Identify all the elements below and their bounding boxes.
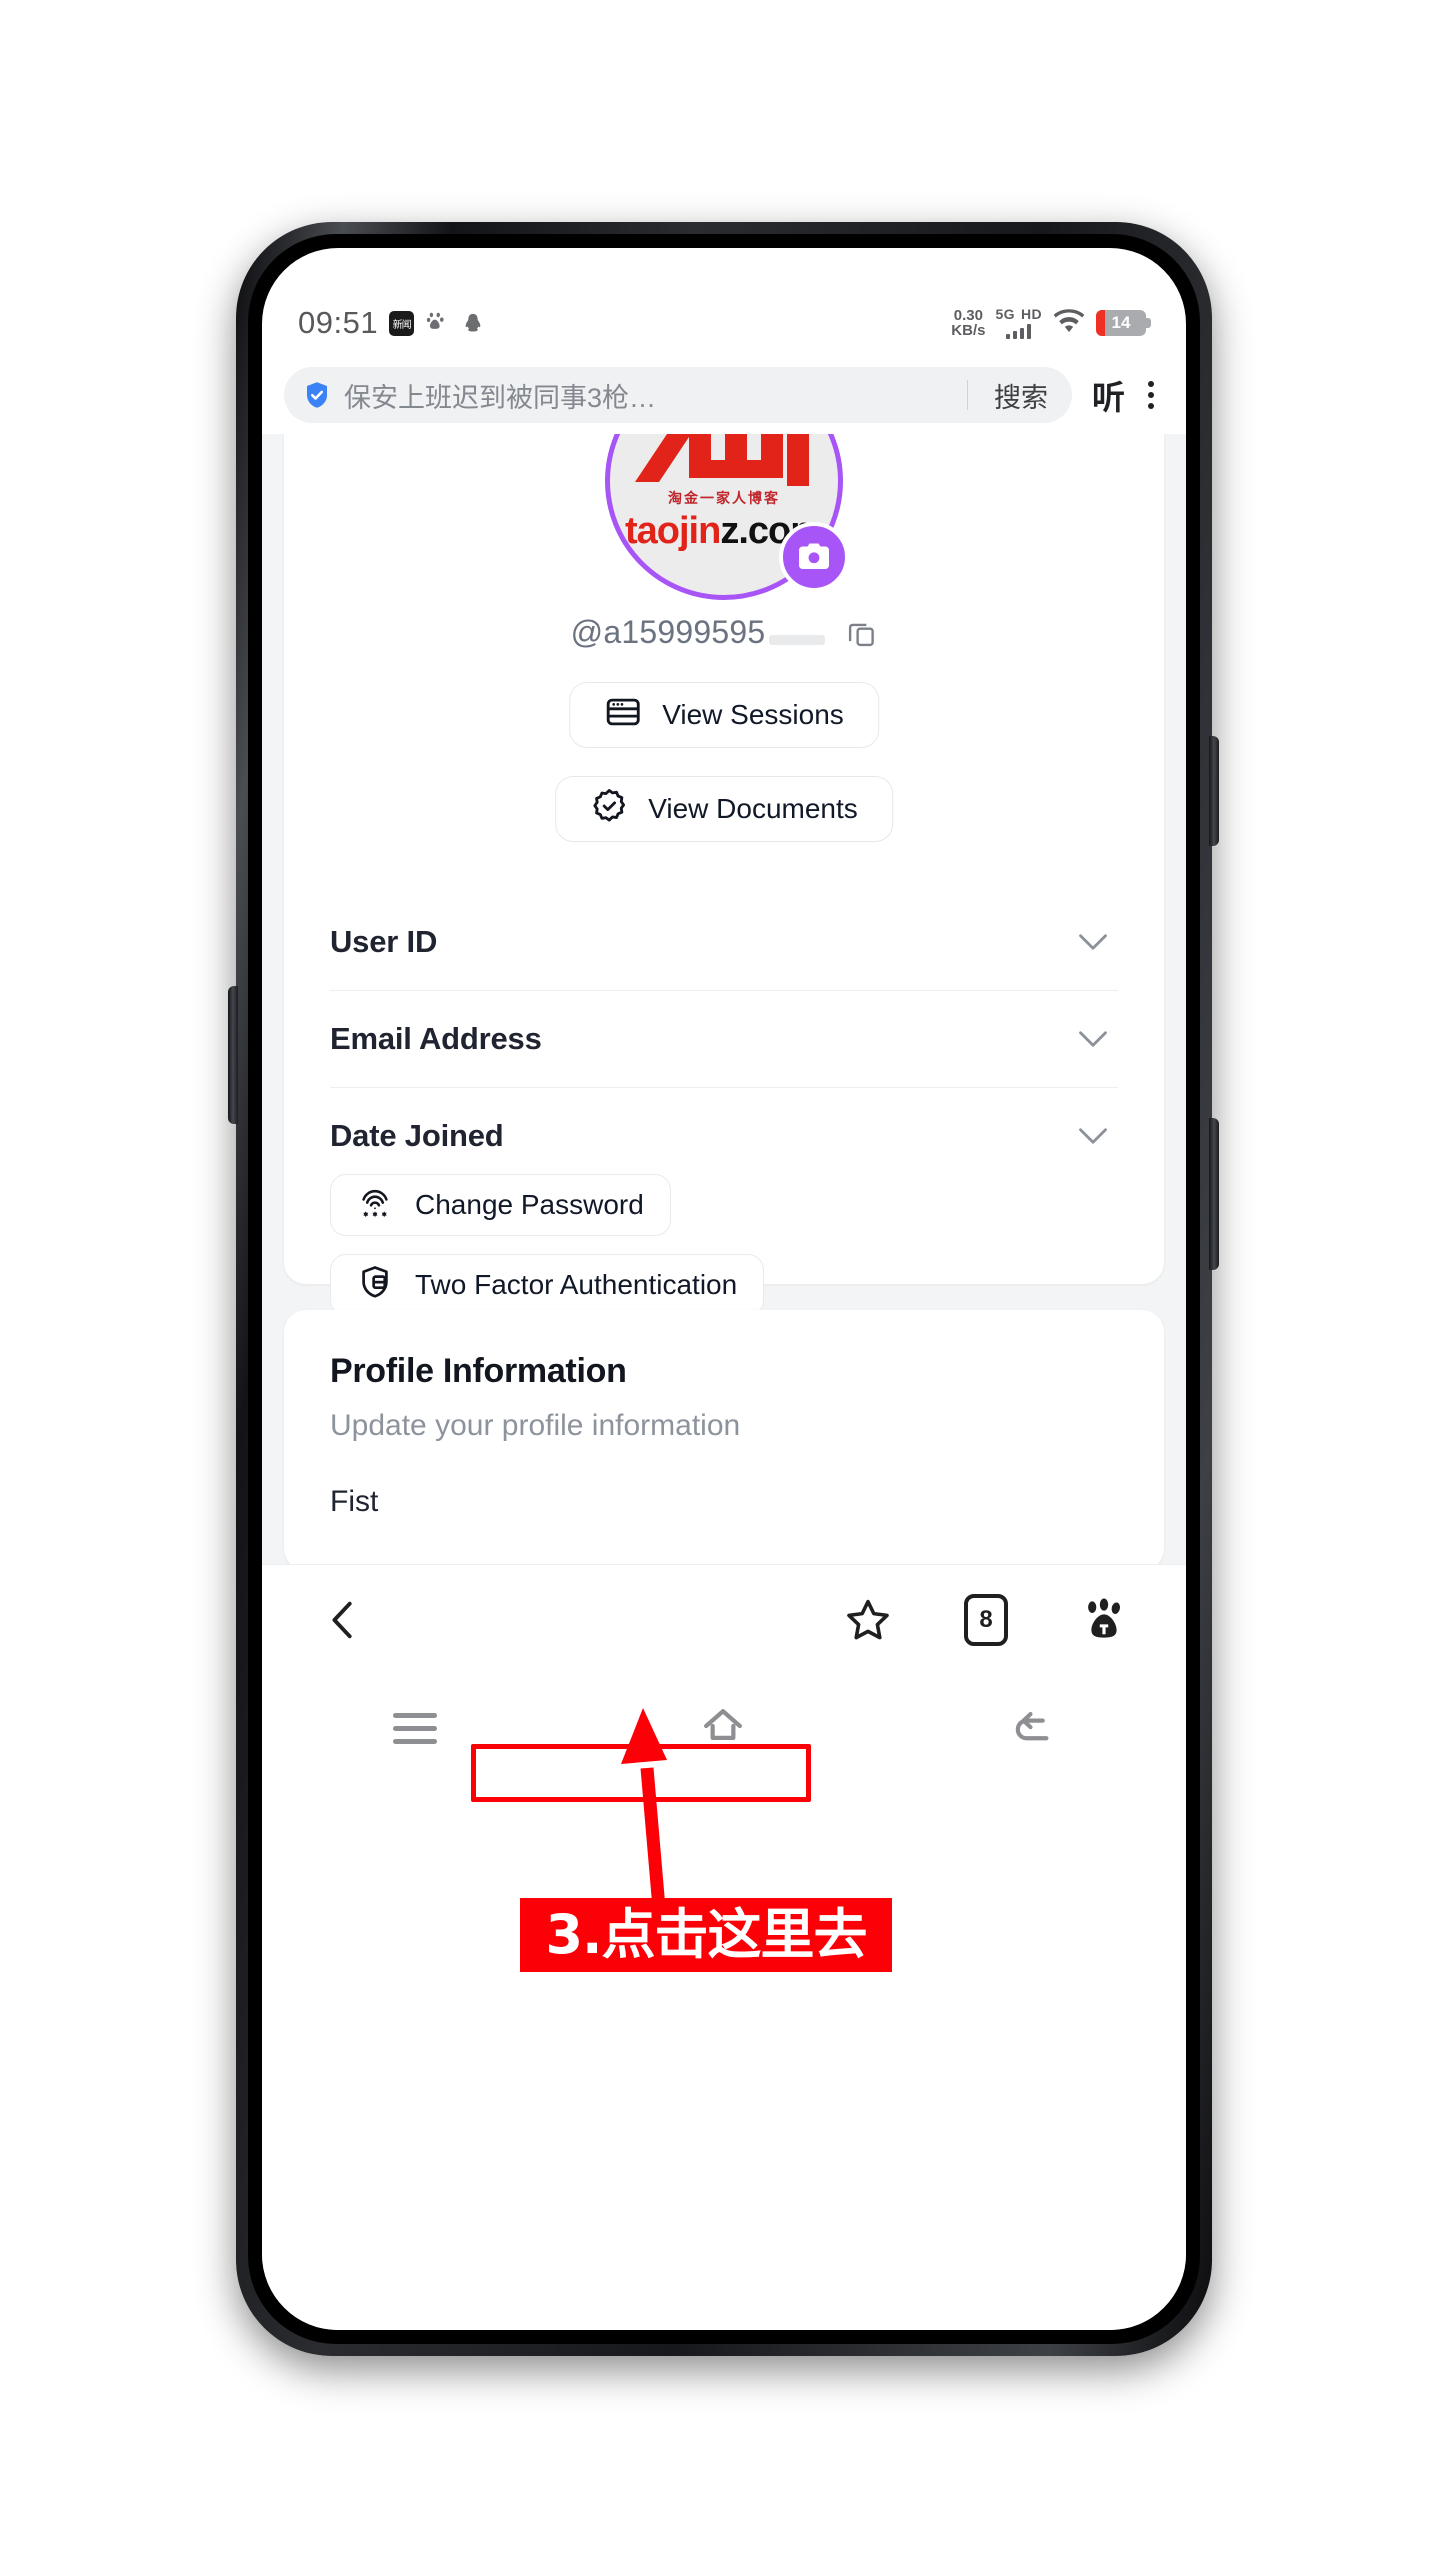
news-icon: 新闻 bbox=[389, 310, 415, 336]
two-factor-authentication-label: Two Factor Authentication bbox=[415, 1269, 738, 1300]
tab-count-label: 8 bbox=[979, 1605, 993, 1633]
chevron-down-icon[interactable] bbox=[1078, 1127, 1108, 1145]
omnibox-text: 保安上班迟到被同事3枪… bbox=[344, 382, 657, 413]
accordion-row-date-joined[interactable]: Date Joined bbox=[330, 1088, 1118, 1184]
tab-count-button[interactable]: 8 bbox=[964, 1593, 1008, 1646]
phone-power-button[interactable] bbox=[1209, 736, 1219, 846]
view-sessions-button[interactable]: View Sessions bbox=[569, 682, 879, 748]
phone-screen: 09:51 新闻 0.30 KB/s 5G HD 14 保安上班迟到被同事3枪…… bbox=[262, 248, 1186, 2330]
profile-information-card: Profile Information Update your profile … bbox=[284, 1310, 1164, 1564]
listen-button[interactable]: 听 bbox=[1072, 371, 1142, 419]
browser-bottom-bar: 8 bbox=[262, 1564, 1186, 1674]
baidu-paw-icon[interactable] bbox=[1080, 1596, 1128, 1644]
screen-bottom-area bbox=[262, 1782, 1186, 2330]
handle-mask bbox=[769, 635, 826, 645]
browser-back-icon[interactable] bbox=[320, 1597, 366, 1643]
avatar-domain-red: taojin bbox=[624, 509, 721, 552]
chevron-down-icon[interactable] bbox=[1078, 933, 1108, 951]
user-handle: @a15999595 bbox=[571, 614, 826, 651]
account-accordion-list: User ID Email Address Date Joined bbox=[330, 894, 1118, 1184]
camera-icon[interactable] bbox=[779, 522, 849, 592]
annotation-banner: 3.点击这里去 bbox=[520, 1898, 892, 1972]
profile-information-title: Profile Information bbox=[330, 1352, 627, 1390]
view-documents-button[interactable]: View Documents bbox=[555, 776, 893, 842]
view-sessions-label: View Sessions bbox=[662, 699, 844, 730]
profile-information-subtitle: Update your profile information bbox=[330, 1409, 741, 1442]
accordion-row-user-id[interactable]: User ID bbox=[330, 894, 1118, 991]
back-arrow-icon[interactable] bbox=[1009, 1703, 1055, 1754]
battery-percent: 14 bbox=[1111, 313, 1131, 332]
accordion-label: Date Joined bbox=[330, 1118, 504, 1153]
network-speed: 0.30 KB/s bbox=[951, 306, 986, 339]
wifi-icon bbox=[1052, 308, 1086, 339]
hd-label: HD bbox=[1020, 306, 1042, 323]
view-documents-label: View Documents bbox=[648, 793, 858, 824]
omnibox[interactable]: 保安上班迟到被同事3枪… 搜索 bbox=[284, 367, 1072, 423]
change-password-label: Change Password bbox=[415, 1189, 644, 1220]
network-speed-unit: KB/s bbox=[951, 322, 986, 339]
battery-icon: 14 bbox=[1096, 310, 1151, 336]
omnibox-divider bbox=[967, 380, 968, 410]
network-type-label: 5G bbox=[995, 306, 1015, 323]
hamburger-icon[interactable] bbox=[393, 1712, 438, 1744]
status-bar-right: 0.30 KB/s 5G HD 14 bbox=[951, 306, 1151, 339]
accordion-row-email-address[interactable]: Email Address bbox=[330, 991, 1118, 1088]
baidu-icon bbox=[425, 311, 451, 335]
browser-window-icon bbox=[604, 693, 642, 738]
status-bar-left: 09:51 新闻 bbox=[298, 305, 484, 341]
accordion-label: Email Address bbox=[330, 1021, 542, 1056]
browser-top-bar: 保安上班迟到被同事3枪… 搜索 听 bbox=[262, 356, 1186, 434]
shield-lock-icon bbox=[357, 1264, 393, 1307]
accordion-label: User ID bbox=[330, 924, 438, 959]
signal-bars-icon bbox=[1005, 323, 1032, 339]
annotation-arrow bbox=[621, 1708, 667, 1908]
badge-check-icon bbox=[590, 787, 628, 832]
network-speed-value: 0.30 bbox=[953, 306, 983, 324]
chevron-down-icon[interactable] bbox=[1078, 1030, 1108, 1048]
account-card: 淘金一家人博客 taojinz.com @a15999595 View Sess… bbox=[284, 434, 1164, 1316]
annotation-text: 3.点击这里去 bbox=[545, 1903, 867, 1966]
copy-icon[interactable] bbox=[847, 617, 877, 649]
star-icon[interactable] bbox=[844, 1596, 892, 1644]
handle-row: @a15999595 bbox=[284, 614, 1164, 651]
kebab-menu-icon[interactable] bbox=[1142, 381, 1164, 409]
signal-indicator: 5G HD bbox=[995, 307, 1042, 339]
fingerprint-password-icon bbox=[357, 1184, 393, 1227]
search-button[interactable]: 搜索 bbox=[988, 376, 1064, 415]
avatar-logo-subtitle: 淘金一家人博客 bbox=[668, 489, 780, 506]
phone-volume-button[interactable] bbox=[228, 986, 238, 1124]
shield-check-icon bbox=[302, 380, 332, 410]
screenshot-root: 09:51 新闻 0.30 KB/s 5G HD 14 保安上班迟到被同事3枪…… bbox=[0, 0, 1447, 2573]
status-time: 09:51 bbox=[298, 305, 379, 340]
bottom-bar-actions: 8 bbox=[844, 1593, 1128, 1646]
change-password-button[interactable]: Change Password bbox=[330, 1174, 671, 1236]
phone-volume-rocker[interactable] bbox=[1209, 1118, 1219, 1270]
user-handle-text: @a15999595 bbox=[570, 614, 766, 650]
profile-field-label: Fist bbox=[330, 1485, 379, 1518]
qq-icon bbox=[462, 310, 484, 336]
two-factor-authentication-button[interactable]: Two Factor Authentication bbox=[330, 1254, 765, 1316]
status-bar: 09:51 新闻 0.30 KB/s 5G HD 14 bbox=[262, 296, 1186, 350]
avatar-wrapper[interactable]: 淘金一家人博客 taojinz.com bbox=[605, 434, 849, 600]
web-page-content: 淘金一家人博客 taojinz.com @a15999595 View Sess… bbox=[262, 434, 1186, 1564]
